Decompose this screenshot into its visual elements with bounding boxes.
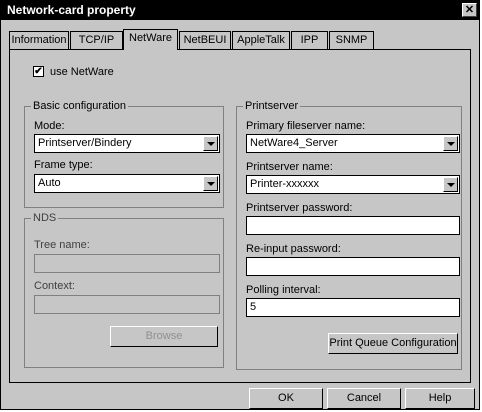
nds-group: NDS Tree name: Context: Browse bbox=[24, 212, 224, 368]
tab-netware[interactable]: NetWare bbox=[123, 29, 178, 50]
nds-title: NDS bbox=[31, 212, 59, 224]
chevron-down-icon[interactable] bbox=[203, 176, 218, 191]
use-netware-label: use NetWare bbox=[50, 66, 114, 78]
tab-information[interactable]: Information bbox=[9, 31, 69, 49]
tab-tcpip[interactable]: TCP/IP bbox=[70, 31, 123, 49]
close-icon[interactable]: ✕ bbox=[462, 3, 477, 17]
tab-netbeui[interactable]: NetBEUI bbox=[179, 31, 231, 49]
reinput-password-input[interactable] bbox=[246, 257, 460, 276]
tab-appletalk[interactable]: AppleTalk bbox=[232, 31, 290, 49]
title-bar: Network-card property ✕ bbox=[1, 1, 479, 20]
mode-label: Mode: bbox=[34, 120, 65, 132]
frame-type-label: Frame type: bbox=[34, 159, 93, 171]
basic-configuration-title: Basic configuration bbox=[31, 100, 128, 112]
primary-fileserver-value: NetWare4_Server bbox=[250, 137, 338, 149]
network-card-property-dialog: Network-card property ✕ Information TCP/… bbox=[0, 0, 480, 410]
printserver-password-label: Printserver password: bbox=[246, 202, 353, 214]
tree-name-input[interactable] bbox=[34, 254, 220, 273]
printserver-group: Printserver Primary fileserver name: Net… bbox=[236, 100, 462, 370]
basic-configuration-group: Basic configuration Mode: Printserver/Bi… bbox=[24, 100, 224, 208]
context-input[interactable] bbox=[34, 295, 220, 314]
tab-snmp[interactable]: SNMP bbox=[329, 31, 374, 49]
cancel-button[interactable]: Cancel bbox=[327, 388, 401, 409]
polling-interval-input[interactable]: 5 bbox=[246, 298, 460, 317]
checkmark-icon: ✔ bbox=[34, 66, 43, 77]
browse-button[interactable]: Browse bbox=[110, 326, 218, 347]
polling-interval-label: Polling interval: bbox=[246, 284, 321, 296]
printserver-title: Printserver bbox=[243, 100, 301, 112]
ok-button[interactable]: OK bbox=[249, 388, 323, 409]
window-title: Network-card property bbox=[7, 3, 136, 17]
primary-fileserver-select[interactable]: NetWare4_Server bbox=[246, 134, 460, 153]
context-label: Context: bbox=[34, 280, 75, 292]
printserver-password-input[interactable] bbox=[246, 216, 460, 235]
printserver-name-select[interactable]: Printer-xxxxxx bbox=[246, 175, 460, 194]
printserver-name-label: Printserver name: bbox=[246, 161, 333, 173]
tree-name-label: Tree name: bbox=[34, 239, 90, 251]
tab-ipp[interactable]: IPP bbox=[291, 31, 328, 49]
help-button[interactable]: Help bbox=[405, 388, 475, 409]
printserver-name-value: Printer-xxxxxx bbox=[250, 178, 320, 190]
netware-panel: ✔ use NetWare Basic configuration Mode: … bbox=[9, 49, 471, 383]
reinput-password-label: Re-input password: bbox=[246, 243, 341, 255]
use-netware-checkbox[interactable]: ✔ bbox=[33, 66, 44, 77]
primary-fileserver-label: Primary fileserver name: bbox=[246, 120, 366, 132]
chevron-down-icon[interactable] bbox=[203, 136, 218, 151]
frame-type-select[interactable]: Auto bbox=[34, 174, 220, 193]
print-queue-configuration-button[interactable]: Print Queue Configuration bbox=[328, 333, 458, 354]
chevron-down-icon[interactable] bbox=[443, 177, 458, 192]
mode-select[interactable]: Printserver/Bindery bbox=[34, 134, 220, 153]
frame-type-value: Auto bbox=[38, 177, 61, 189]
chevron-down-icon[interactable] bbox=[443, 136, 458, 151]
mode-value: Printserver/Bindery bbox=[38, 137, 132, 149]
